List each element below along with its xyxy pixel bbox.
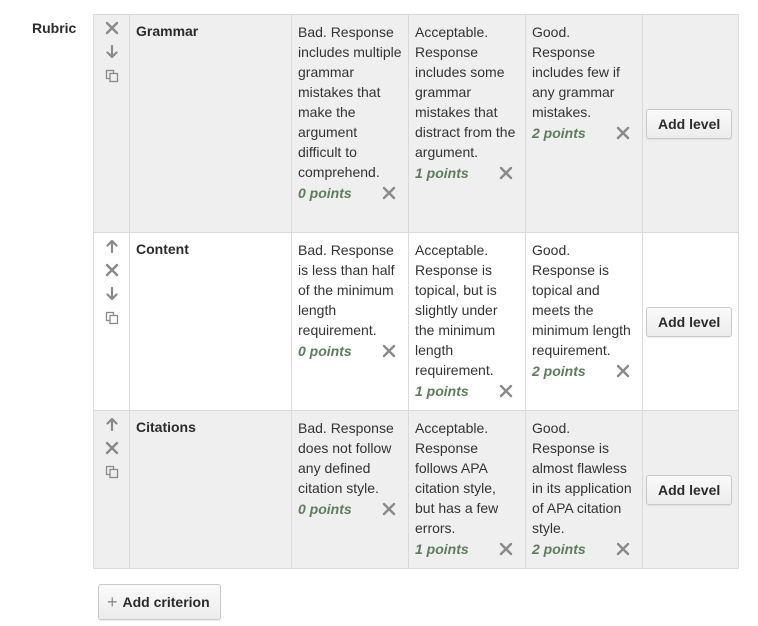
criterion-controls: [93, 232, 130, 411]
rubric-label: Rubric: [32, 20, 77, 36]
level-definition[interactable]: Good. Response is topical and meets the …: [532, 240, 636, 360]
move-down-icon[interactable]: [105, 45, 119, 59]
delete-level-icon[interactable]: [499, 542, 513, 556]
level-cell[interactable]: Good. Response is topical and meets the …: [525, 232, 643, 411]
level-points[interactable]: 1 points: [415, 383, 469, 399]
criterion-name[interactable]: Content: [130, 233, 291, 257]
delete-criterion-icon[interactable]: [105, 441, 119, 455]
criterion-row-content: Content Bad. Response is less than half …: [93, 232, 739, 411]
delete-level-icon[interactable]: [616, 542, 630, 556]
criterion-row-grammar: Grammar Bad. Response includes multiple …: [93, 14, 739, 233]
level-definition[interactable]: Acceptable. Response is topical, but is …: [415, 240, 519, 380]
criterion-row-citations: Citations Bad. Response does not follow …: [93, 410, 739, 569]
delete-level-icon[interactable]: [382, 344, 396, 358]
add-criterion-button[interactable]: + Add criterion: [98, 584, 221, 620]
add-criterion-label: Add criterion: [122, 594, 210, 610]
level-points[interactable]: 0 points: [298, 343, 352, 359]
delete-criterion-icon[interactable]: [105, 263, 119, 277]
level-definition[interactable]: Acceptable. Response includes some gramm…: [415, 22, 519, 162]
level-cell[interactable]: Bad. Response includes multiple grammar …: [291, 14, 409, 233]
add-level-button[interactable]: Add level: [646, 474, 733, 505]
level-cell[interactable]: Bad. Response does not follow any define…: [291, 410, 409, 569]
level-points[interactable]: 0 points: [298, 501, 352, 517]
criterion-name[interactable]: Grammar: [130, 15, 291, 39]
delete-level-icon[interactable]: [616, 364, 630, 378]
level-definition[interactable]: Good. Response includes few if any gramm…: [532, 22, 636, 122]
add-level-button[interactable]: Add level: [646, 306, 733, 337]
move-up-icon[interactable]: [105, 239, 119, 253]
level-cell[interactable]: Good. Response includes few if any gramm…: [525, 14, 643, 233]
criterion-controls: [93, 410, 130, 569]
level-cell[interactable]: Acceptable. Response includes some gramm…: [408, 14, 526, 233]
duplicate-icon[interactable]: [105, 311, 119, 325]
level-points[interactable]: 0 points: [298, 185, 352, 201]
level-definition[interactable]: Bad. Response does not follow any define…: [298, 418, 402, 498]
level-cell[interactable]: Acceptable. Response follows APA citatio…: [408, 410, 526, 569]
delete-level-icon[interactable]: [382, 186, 396, 200]
level-points[interactable]: 1 points: [415, 541, 469, 557]
rubric-table: Grammar Bad. Response includes multiple …: [93, 14, 739, 569]
level-points[interactable]: 2 points: [532, 363, 586, 379]
level-cell[interactable]: Good. Response is almost flawless in its…: [525, 410, 643, 569]
criterion-name[interactable]: Citations: [130, 411, 291, 435]
level-points[interactable]: 1 points: [415, 165, 469, 181]
duplicate-icon[interactable]: [105, 69, 119, 83]
level-definition[interactable]: Bad. Response is less than half of the m…: [298, 240, 402, 340]
criterion-controls: [93, 14, 130, 233]
plus-icon: +: [107, 592, 118, 612]
level-definition[interactable]: Good. Response is almost flawless in its…: [532, 418, 636, 538]
delete-level-icon[interactable]: [499, 166, 513, 180]
level-cell[interactable]: Bad. Response is less than half of the m…: [291, 232, 409, 411]
move-up-icon[interactable]: [105, 417, 119, 431]
move-down-icon[interactable]: [105, 287, 119, 301]
level-definition[interactable]: Acceptable. Response follows APA citatio…: [415, 418, 519, 538]
delete-level-icon[interactable]: [382, 502, 396, 516]
add-level-button[interactable]: Add level: [646, 108, 733, 139]
level-definition[interactable]: Bad. Response includes multiple grammar …: [298, 22, 402, 182]
level-points[interactable]: 2 points: [532, 125, 586, 141]
delete-level-icon[interactable]: [499, 384, 513, 398]
delete-criterion-icon[interactable]: [105, 21, 119, 35]
level-cell[interactable]: Acceptable. Response is topical, but is …: [408, 232, 526, 411]
duplicate-icon[interactable]: [105, 465, 119, 479]
level-points[interactable]: 2 points: [532, 541, 586, 557]
delete-level-icon[interactable]: [616, 126, 630, 140]
